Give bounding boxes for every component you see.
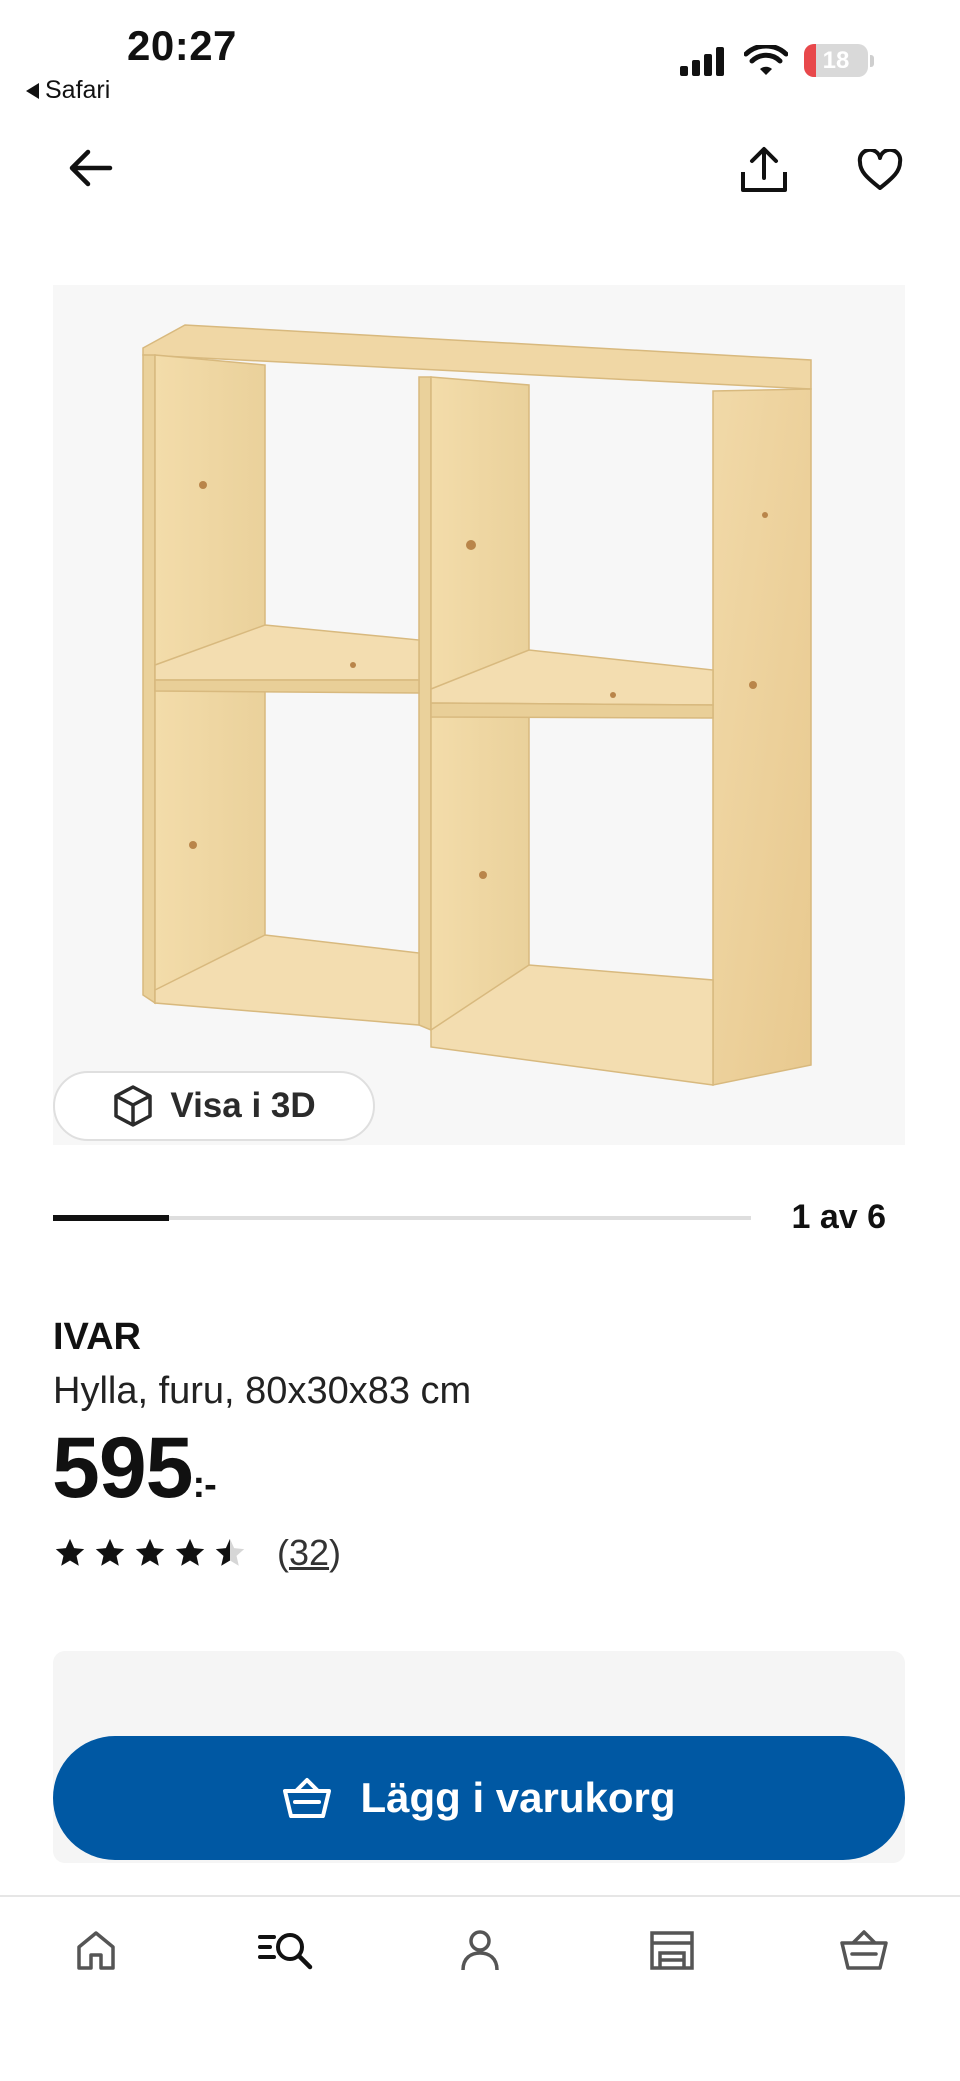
favorite-button[interactable] — [850, 140, 910, 200]
tab-home[interactable] — [56, 1920, 136, 1980]
back-app-label: Safari — [45, 76, 111, 104]
tab-cart[interactable] — [824, 1920, 904, 1980]
heart-icon — [857, 149, 903, 190]
star-icon — [55, 1538, 85, 1566]
basket-icon — [840, 1930, 888, 1970]
review-count[interactable]: (32) — [277, 1532, 341, 1574]
tab-bar-divider — [0, 1895, 960, 1897]
view-in-3d-button[interactable]: Visa i 3D — [53, 1071, 375, 1141]
product-brand: IVAR — [53, 1316, 141, 1358]
back-to-app-link[interactable]: Safari — [26, 76, 110, 105]
back-button[interactable] — [60, 140, 122, 196]
home-icon — [77, 1931, 115, 1970]
price-suffix: :- — [192, 1464, 217, 1506]
gallery-progress-fill — [53, 1215, 170, 1221]
person-icon — [461, 1930, 499, 1971]
gallery-progress-bar — [53, 1215, 751, 1221]
add-to-cart-button[interactable]: Lägg i varukorg — [53, 1736, 905, 1860]
battery-tip — [870, 54, 874, 67]
rating-stars — [53, 1536, 247, 1570]
gallery-page-count: 1 av 6 — [791, 1198, 886, 1236]
star-icon — [95, 1538, 125, 1566]
star-icon — [215, 1538, 245, 1566]
share-icon — [741, 147, 787, 192]
cube-icon — [114, 1085, 153, 1127]
review-count-value: 32 — [289, 1532, 330, 1573]
star-icon — [135, 1538, 165, 1566]
basket-icon — [283, 1778, 332, 1818]
tab-search[interactable] — [246, 1920, 326, 1980]
share-button[interactable] — [734, 140, 794, 200]
product-description: Hylla, furu, 80x30x83 cm — [53, 1370, 472, 1412]
product-image[interactable] — [53, 285, 905, 1145]
arrow-left-icon — [69, 149, 113, 187]
status-time: 20:27 — [127, 22, 237, 69]
add-to-cart-label: Lägg i varukorg — [360, 1774, 676, 1821]
tab-profile[interactable] — [440, 1920, 520, 1980]
star-icon — [175, 1538, 205, 1566]
product-price: 595:- — [52, 1425, 217, 1511]
view-in-3d-label: Visa i 3D — [170, 1086, 316, 1125]
back-triangle-icon — [26, 82, 39, 99]
product-rating[interactable]: (32) — [53, 1532, 341, 1574]
tab-stores[interactable] — [632, 1920, 712, 1980]
store-icon — [650, 1931, 694, 1970]
search-icon — [258, 1933, 313, 1970]
wifi-icon — [744, 44, 788, 75]
price-value: 595 — [52, 1420, 193, 1516]
cellular-signal-icon — [680, 46, 724, 76]
status-icons: 18 — [678, 44, 874, 77]
shelf-illustration — [53, 285, 905, 1145]
battery-fill — [804, 44, 816, 77]
battery-icon: 18 — [804, 44, 868, 77]
battery-level: 18 — [822, 46, 850, 74]
